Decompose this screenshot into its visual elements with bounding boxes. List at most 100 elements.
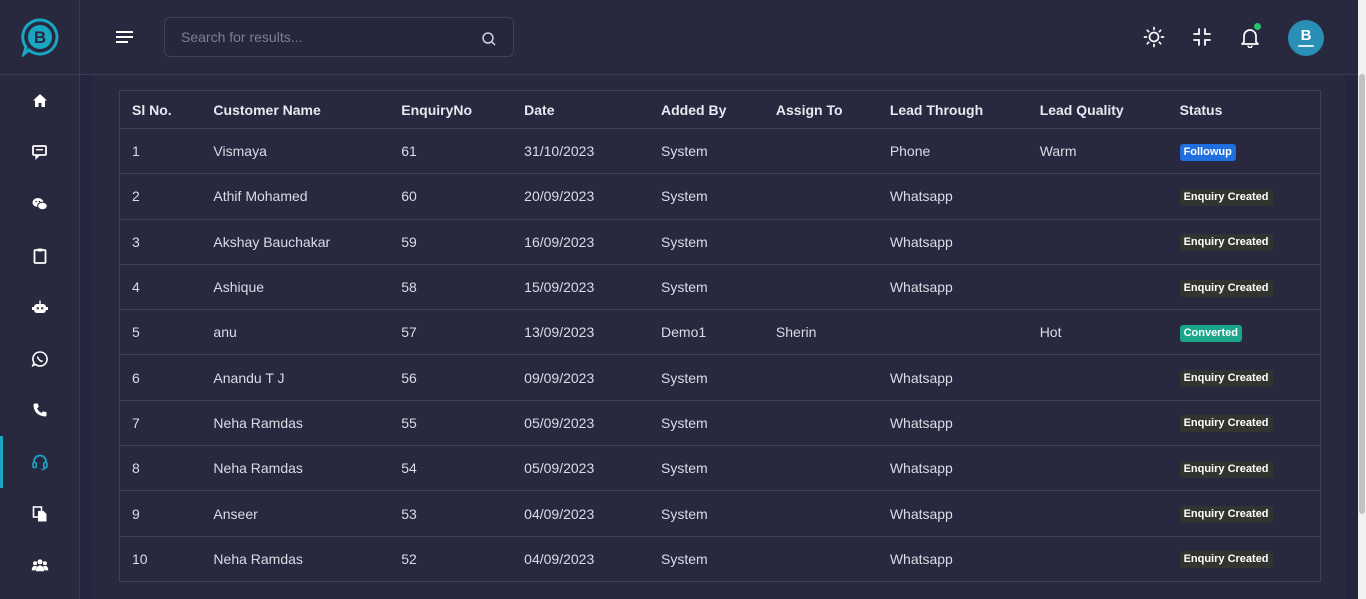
vertical-scrollbar-thumb[interactable] — [1359, 74, 1365, 514]
sidebar-item-phone[interactable] — [0, 385, 79, 437]
lead-quality-cell: Hot — [1027, 309, 1168, 356]
table-header-row: Sl No. Customer Name EnquiryNo Date Added By… — [119, 90, 1321, 129]
date-cell: 05/09/2023 — [512, 445, 650, 492]
users-icon — [31, 559, 48, 572]
customer-name-cell: Neha Ramdas — [201, 445, 390, 492]
header-col-lead-through[interactable]: Lead Through — [877, 90, 1028, 129]
lead-through-cell: Whatsapp — [877, 264, 1028, 311]
header-col-assign-to[interactable]: Assign To — [763, 90, 878, 129]
date-cell: 05/09/2023 — [512, 400, 650, 447]
enquiry-no-cell: 53 — [389, 490, 513, 537]
search-bar — [164, 17, 514, 57]
lead-quality-cell — [1027, 219, 1168, 265]
sl-no-cell: 7 — [119, 400, 202, 447]
sidebar-item-wechat[interactable] — [0, 178, 79, 230]
header-col-enquiry-no[interactable]: EnquiryNo — [389, 90, 513, 129]
status-cell: Converted — [1167, 309, 1321, 356]
lead-through-cell: Whatsapp — [877, 173, 1028, 220]
sl-no-cell: 4 — [119, 264, 202, 311]
header-col-lead-quality[interactable]: Lead Quality — [1027, 90, 1168, 129]
whatsapp-icon — [31, 350, 48, 367]
user-avatar[interactable]: B — [1288, 20, 1324, 56]
documents-icon — [32, 505, 46, 522]
assign-to-cell — [763, 173, 878, 220]
added-by-cell: System — [649, 219, 764, 265]
sidebar-item-users[interactable] — [0, 539, 79, 591]
search-icon[interactable] — [481, 31, 497, 47]
menu-toggle-icon[interactable] — [114, 27, 136, 47]
customer-name-cell: Athif Mohamed — [201, 173, 390, 220]
theme-toggle-sun-icon[interactable] — [1143, 26, 1165, 48]
lead-quality-cell: Warm — [1027, 128, 1168, 175]
sl-no-cell: 2 — [119, 173, 202, 220]
customer-name-cell: Ashique — [201, 264, 390, 311]
date-cell: 13/09/2023 — [512, 309, 650, 356]
added-by-cell: System — [649, 354, 764, 401]
table-row[interactable]: 6 Anandu T J 56 09/09/2023 System Whatsapp Enq… — [119, 354, 1321, 401]
sidebar-item-chat[interactable] — [0, 127, 79, 179]
assign-to-cell — [763, 445, 878, 492]
sidebar-item-enquiries[interactable] — [0, 436, 79, 488]
header-col-sl-no[interactable]: Sl No. — [119, 90, 202, 129]
lead-quality-cell — [1027, 400, 1168, 447]
lead-quality-cell — [1027, 536, 1168, 582]
assign-to-cell — [763, 128, 878, 175]
home-icon — [32, 93, 47, 107]
header-col-status[interactable]: Status — [1167, 90, 1321, 129]
header-col-date[interactable]: Date — [512, 90, 650, 129]
table-row[interactable]: 1 Vismaya 61 31/10/2023 System Phone Warm Follo… — [119, 128, 1321, 175]
table-row[interactable]: 3 Akshay Bauchakar 59 16/09/2023 System Whats… — [119, 219, 1321, 265]
status-cell: Enquiry Created — [1167, 173, 1321, 220]
date-cell: 20/09/2023 — [512, 173, 650, 220]
assign-to-cell: Sherin — [763, 309, 878, 356]
sidebar-item-whatsapp[interactable] — [0, 333, 79, 385]
table-row[interactable]: 9 Anseer 53 04/09/2023 System Whatsapp Enquiry… — [119, 490, 1321, 537]
app-logo[interactable]: B — [0, 0, 79, 75]
customer-name-cell: Akshay Bauchakar — [201, 219, 390, 265]
sidebar-item-documents[interactable] — [0, 488, 79, 540]
sidebar-item-clipboard[interactable] — [0, 230, 79, 282]
enquiry-no-cell: 57 — [389, 309, 513, 356]
table-row[interactable]: 4 Ashique 58 15/09/2023 System Whatsapp Enquir… — [119, 264, 1321, 311]
assign-to-cell — [763, 354, 878, 401]
status-badge: Enquiry Created — [1179, 370, 1273, 388]
enquiry-no-cell: 52 — [389, 536, 513, 582]
headset-icon — [31, 454, 48, 471]
search-input[interactable] — [165, 18, 455, 56]
table-row[interactable]: 5 anu 57 13/09/2023 Demo1 Sherin Hot Converted — [119, 309, 1321, 356]
logo-letter: B — [33, 28, 45, 47]
enquiry-no-cell: 58 — [389, 264, 513, 311]
added-by-cell: System — [649, 400, 764, 447]
lead-quality-cell — [1027, 264, 1168, 311]
robot-icon — [31, 300, 48, 314]
added-by-cell: System — [649, 173, 764, 220]
table-row[interactable]: 7 Neha Ramdas 55 05/09/2023 System Whatsapp En… — [119, 400, 1321, 447]
status-badge: Converted — [1179, 324, 1242, 342]
assign-to-cell — [763, 490, 878, 537]
sidebar-item-home[interactable] — [0, 75, 79, 127]
added-by-cell: Demo1 — [649, 309, 764, 356]
sl-no-cell: 6 — [119, 354, 202, 401]
exit-fullscreen-icon[interactable] — [1191, 26, 1213, 48]
header-col-customer-name[interactable]: Customer Name — [201, 90, 390, 129]
header-col-added-by[interactable]: Added By — [649, 90, 764, 129]
added-by-cell: System — [649, 445, 764, 492]
lead-quality-cell — [1027, 354, 1168, 401]
date-cell: 31/10/2023 — [512, 128, 650, 175]
sl-no-cell: 1 — [119, 128, 202, 175]
table-row[interactable]: 10 Neha Ramdas 52 04/09/2023 System Whatsapp E… — [119, 536, 1321, 582]
table-row[interactable]: 8 Neha Ramdas 54 05/09/2023 System Whatsapp En… — [119, 445, 1321, 492]
lead-through-cell — [877, 309, 1028, 356]
added-by-cell: System — [649, 536, 764, 582]
assign-to-cell — [763, 400, 878, 447]
customer-name-cell: Anseer — [201, 490, 390, 537]
table-row[interactable]: 2 Athif Mohamed 60 20/09/2023 System Whatsapp… — [119, 173, 1321, 220]
enquiries-table: Sl No. Customer Name EnquiryNo Date Added By… — [119, 90, 1321, 582]
status-cell: Followup — [1167, 128, 1321, 175]
wechat-icon — [32, 197, 48, 211]
enquiry-no-cell: 55 — [389, 400, 513, 447]
customer-name-cell: Neha Ramdas — [201, 536, 390, 582]
status-cell: Enquiry Created — [1167, 354, 1321, 401]
date-cell: 15/09/2023 — [512, 264, 650, 311]
sidebar-item-bot[interactable] — [0, 281, 79, 333]
